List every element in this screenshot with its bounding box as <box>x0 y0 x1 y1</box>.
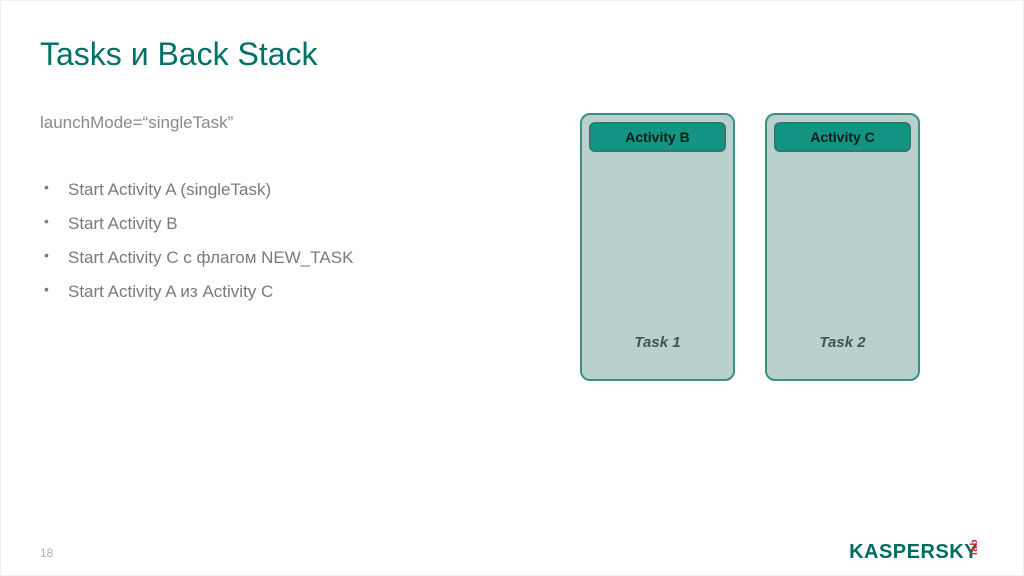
bullet-item: Start Activity A из Activity C <box>40 275 540 309</box>
activity-chip: Activity B <box>589 122 726 152</box>
task-container-2: Activity C Task 2 <box>765 113 920 381</box>
logo-lab: lab <box>969 539 980 555</box>
bullet-item: Start Activity B <box>40 207 540 241</box>
slide-title: Tasks и Back Stack <box>40 36 984 73</box>
left-column: launchMode=“singleTask” Start Activity A… <box>40 113 540 309</box>
activity-chip: Activity C <box>774 122 911 152</box>
bullet-item: Start Activity C с флагом NEW_TASK <box>40 241 540 275</box>
slide: Tasks и Back Stack launchMode=“singleTas… <box>0 0 1024 576</box>
launch-mode-text: launchMode=“singleTask” <box>40 113 540 133</box>
task-diagram: Activity B Task 1 Activity C Task 2 <box>580 113 920 381</box>
task-container-1: Activity B Task 1 <box>580 113 735 381</box>
logo-brand: KASPERSKY <box>849 541 978 564</box>
kaspersky-logo: KASPERSKY lab <box>849 541 996 564</box>
content-row: launchMode=“singleTask” Start Activity A… <box>40 113 984 381</box>
bullet-list: Start Activity A (singleTask) Start Acti… <box>40 173 540 309</box>
task-label: Task 2 <box>767 334 918 351</box>
page-number: 18 <box>40 546 53 560</box>
bullet-item: Start Activity A (singleTask) <box>40 173 540 207</box>
task-label: Task 1 <box>582 334 733 351</box>
